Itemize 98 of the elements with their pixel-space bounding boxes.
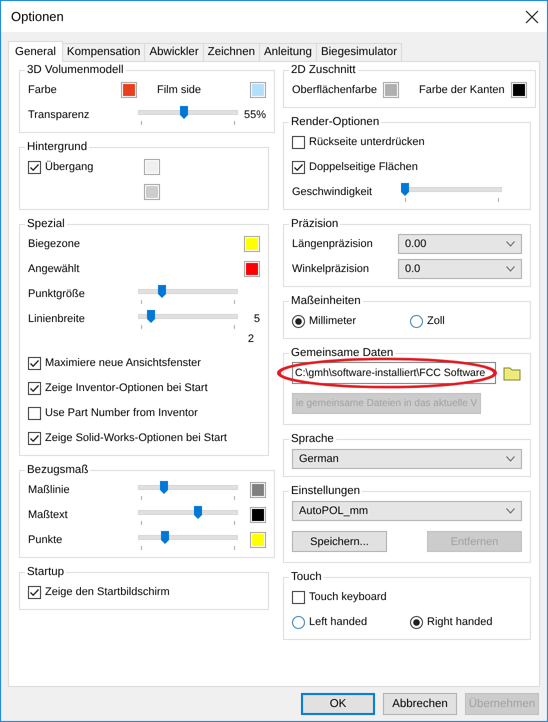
checkbox[interactable] (28, 382, 41, 394)
color-swatch[interactable] (121, 82, 138, 98)
slider[interactable] (138, 504, 238, 526)
field-label: Längenpräzision (292, 238, 374, 250)
value-label: 2 (248, 333, 254, 345)
group-title: Gemeinsame Daten (290, 347, 394, 359)
field-label: Oberflächenfarbe (292, 84, 377, 96)
tab[interactable]: Biegesimulator (316, 43, 402, 61)
group-title: Bezugsmaß (26, 464, 90, 476)
field-label: Biegezone (28, 238, 80, 250)
dialog-button[interactable]: OK (301, 693, 375, 715)
group-title: Präzision (290, 218, 340, 230)
color-swatch[interactable] (250, 482, 266, 498)
color-swatch[interactable] (244, 261, 260, 277)
chevron-down-icon (506, 266, 515, 272)
group-title: Einstellungen (290, 485, 362, 497)
group-title: Render-Optionen (290, 116, 380, 128)
close-icon[interactable] (525, 10, 539, 24)
field-label: Angewählt (28, 263, 80, 275)
action-button[interactable]: Speichern... (292, 531, 387, 552)
checkbox[interactable] (28, 160, 41, 174)
checkbox-label: Maximiere neue Ansichtsfenster (45, 357, 201, 369)
checkbox[interactable] (28, 406, 41, 420)
field-label: Winkelpräzision (292, 263, 370, 275)
dropdown[interactable]: 0.0 (398, 259, 522, 279)
dropdown[interactable]: AutoPOL_mm (292, 501, 522, 521)
field-label: Film side (157, 84, 202, 96)
field-label: Farbe (28, 84, 57, 96)
color-swatch[interactable] (510, 82, 527, 98)
field-label: Transparenz (28, 109, 90, 121)
slider[interactable] (138, 308, 238, 330)
color-swatch[interactable] (383, 82, 399, 98)
field-label: Geschwindigkeit (292, 186, 374, 198)
group-title: Touch (290, 571, 323, 583)
group-title: Spezial (26, 218, 66, 230)
slider-value: 5 (254, 313, 260, 325)
field-label: Linienbreite (28, 313, 86, 325)
slider[interactable] (138, 479, 238, 501)
radio-button[interactable] (292, 616, 305, 628)
slider[interactable] (138, 104, 238, 126)
chevron-down-icon (506, 508, 515, 514)
checkbox[interactable] (28, 356, 41, 370)
checkbox[interactable] (292, 160, 305, 174)
checkbox-label: Zeige den Startbildschirm (45, 586, 170, 598)
color-swatch[interactable] (144, 159, 160, 175)
radio-button[interactable] (410, 616, 423, 628)
slider-thumb[interactable] (180, 106, 188, 119)
chevron-down-icon (506, 241, 515, 247)
field-label: Maßtext (28, 509, 69, 521)
window-title: Optionen (11, 9, 64, 24)
checkbox[interactable] (292, 136, 305, 148)
group-title: Hintergrund (26, 141, 88, 153)
slider-thumb[interactable] (194, 506, 202, 519)
slider[interactable] (402, 181, 502, 203)
color-swatch[interactable] (244, 236, 260, 252)
group-title: 3D Volumenmodell (26, 64, 125, 76)
group-title: 2D Zuschnitt (290, 64, 357, 76)
checkbox[interactable] (292, 590, 305, 604)
checkbox-label: Rückseite unterdrücken (309, 136, 425, 148)
radio-label: Zoll (427, 315, 445, 327)
dropdown[interactable]: 0.00 (398, 234, 522, 254)
checkbox-label: Übergang (45, 161, 94, 173)
checkbox-label: Zeige Inventor-Optionen bei Start (45, 382, 208, 394)
dialog-button[interactable]: Abbrechen (383, 693, 457, 715)
checkbox[interactable] (28, 432, 41, 444)
radio-label: Left handed (309, 616, 368, 628)
radio-button[interactable] (292, 314, 305, 328)
slider[interactable] (138, 529, 238, 551)
tab[interactable]: General (8, 41, 63, 62)
field-label: Punkte (28, 534, 64, 546)
slider-thumb[interactable] (161, 531, 169, 544)
slider-thumb[interactable] (401, 183, 409, 196)
slider-thumb[interactable] (147, 310, 155, 323)
group-title: Sprache (290, 433, 335, 445)
slider[interactable] (138, 283, 238, 305)
slider-thumb[interactable] (160, 481, 168, 494)
group-title: Maßeinheiten (290, 295, 362, 307)
chevron-down-icon (506, 456, 515, 462)
slider-thumb[interactable] (158, 285, 166, 298)
color-swatch[interactable] (250, 507, 266, 523)
group-title: Startup (26, 566, 66, 578)
checkbox-label: Use Part Number from Inventor (45, 407, 198, 419)
slider-value: 55% (244, 109, 266, 121)
path-field[interactable]: C:\gmh\software-installiert\FCC Software (292, 362, 496, 384)
radio-label: Right handed (427, 616, 492, 628)
dropdown[interactable]: German (292, 449, 522, 469)
checkbox-label: Doppelseitige Flächen (309, 161, 418, 173)
field-label: Maßlinie (28, 484, 71, 496)
radio-button[interactable] (410, 314, 423, 328)
color-swatch[interactable] (250, 532, 266, 548)
checkbox-label: Touch keyboard (309, 591, 387, 603)
color-swatch[interactable] (250, 82, 266, 98)
field-label: Punktgröße (28, 288, 86, 300)
radio-label: Millimeter (309, 315, 356, 327)
field-label: Farbe der Kanten (419, 84, 505, 96)
checkbox[interactable] (28, 586, 41, 598)
checkbox-label: Zeige Solid-Works-Optionen bei Start (45, 432, 227, 444)
color-swatch[interactable] (144, 184, 160, 200)
